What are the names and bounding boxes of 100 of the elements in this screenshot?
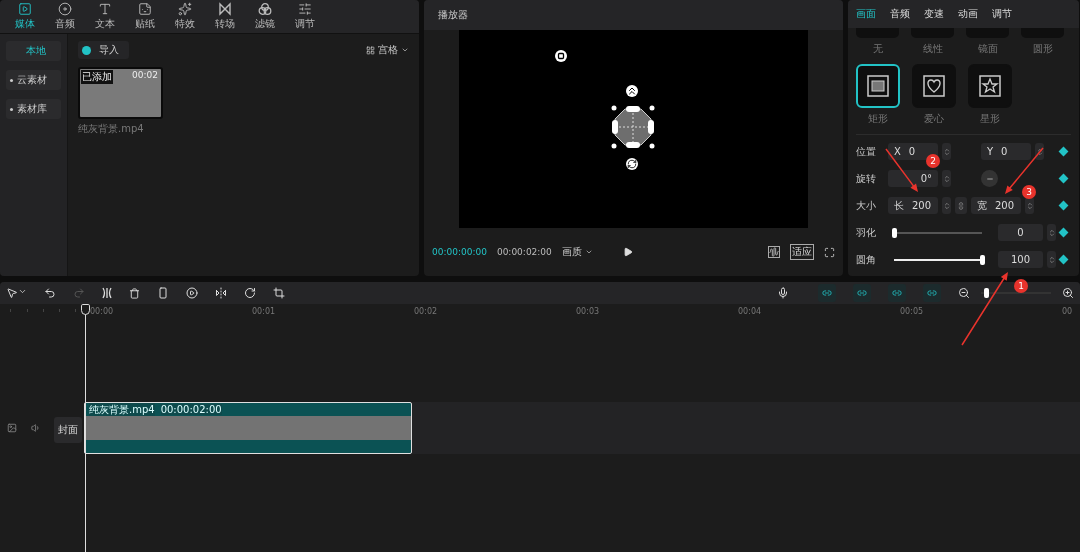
snap-link-button[interactable] <box>923 284 941 302</box>
current-time: 00:00:00:00 <box>432 247 487 257</box>
media-thumbnail[interactable]: 已添加 00:02 <box>78 67 163 119</box>
y-field[interactable]: Y 0 <box>981 143 1031 160</box>
up-down-icon <box>942 174 951 183</box>
feather-handle-icon[interactable] <box>626 85 638 97</box>
link-icon <box>822 288 832 298</box>
split-icon[interactable] <box>102 287 112 299</box>
stepper-button[interactable] <box>1025 197 1034 214</box>
inspector-tab[interactable]: 调节 <box>992 7 1012 21</box>
media-tab[interactable]: 调节 <box>286 0 324 33</box>
corner-handle-icon[interactable] <box>555 50 567 62</box>
bowtie-icon <box>218 2 232 16</box>
up-down-icon <box>942 201 951 210</box>
keyframe-icon[interactable] <box>1058 227 1069 238</box>
up-down-icon <box>1035 147 1044 156</box>
duration-label: 00:02 <box>132 70 158 80</box>
sidebar-item[interactable]: 云素材 <box>6 70 61 90</box>
snap-link-button[interactable] <box>853 284 871 302</box>
video-clip[interactable]: 纯灰背景.mp4 00:00:02:00 <box>84 402 412 454</box>
keyframe-icon[interactable] <box>1058 200 1069 211</box>
inspector-tab[interactable]: 画面 <box>856 7 876 21</box>
link-icon <box>957 201 965 210</box>
sidebar-item[interactable]: 素材库 <box>6 99 61 119</box>
fit-button[interactable]: 适应 <box>790 244 814 260</box>
image-icon[interactable] <box>7 423 17 433</box>
mask-label: 爱心 <box>924 112 944 126</box>
mask-label: 无 <box>871 42 884 56</box>
zoom-out-icon[interactable] <box>958 287 970 299</box>
cover-button[interactable]: 封面 <box>54 417 82 443</box>
import-button[interactable]: 导入 <box>78 41 129 59</box>
property-label: 圆角 <box>856 252 877 267</box>
media-tab[interactable]: 音频 <box>46 0 84 33</box>
pointer-icon[interactable] <box>6 287 27 299</box>
stepper-button[interactable] <box>942 170 951 187</box>
freeze-icon[interactable] <box>157 287 169 299</box>
media-tab[interactable]: 文本 <box>86 0 124 33</box>
keyframe-icon[interactable] <box>1058 254 1069 265</box>
media-tab[interactable]: 特效 <box>166 0 204 33</box>
keyframe-icon[interactable] <box>1058 146 1069 157</box>
stepper-button[interactable] <box>942 197 951 214</box>
fullscreen-icon[interactable] <box>824 246 835 258</box>
rotate-handle-icon[interactable] <box>626 158 638 170</box>
media-tab[interactable]: 媒体 <box>6 0 44 33</box>
up-down-icon <box>1047 228 1056 237</box>
playhead-handle[interactable] <box>81 304 90 315</box>
slider-thumb[interactable] <box>983 288 989 298</box>
mask-tile[interactable] <box>911 28 954 38</box>
property-label: 旋转 <box>856 171 877 186</box>
number-field[interactable]: 100 <box>998 251 1043 268</box>
waveform-icon[interactable] <box>768 246 780 258</box>
inspector-tab[interactable]: 动画 <box>958 7 978 21</box>
stepper-button[interactable] <box>942 143 951 160</box>
microphone-icon[interactable] <box>777 287 789 299</box>
rotation-field[interactable]: 0° <box>888 170 938 187</box>
slider-thumb[interactable] <box>980 254 985 265</box>
mask-label: 线性 <box>921 42 944 56</box>
mask-tile[interactable] <box>966 28 1009 38</box>
property-label: 大小 <box>856 198 877 213</box>
zoom-in-icon[interactable] <box>1062 287 1074 299</box>
mirror-icon[interactable] <box>215 287 227 299</box>
file-name: 纯灰背景.mp4 <box>78 122 145 136</box>
play-square-icon <box>18 2 32 16</box>
undo-icon[interactable] <box>44 287 56 299</box>
mask-tile[interactable] <box>856 28 899 38</box>
annotation-arrow <box>885 148 918 192</box>
sparkle-icon <box>178 2 192 16</box>
slider-thumb[interactable] <box>892 227 897 238</box>
ratio-dropdown[interactable]: 画质 <box>561 245 593 259</box>
snap-link-button[interactable] <box>818 284 836 302</box>
play-circle-icon[interactable] <box>186 287 198 299</box>
panel-title: 播放器 <box>438 8 468 22</box>
number-field[interactable]: 0 <box>998 224 1043 241</box>
crop-icon[interactable] <box>273 287 285 299</box>
added-label: 已添加 <box>81 70 113 84</box>
length-field[interactable]: 长 200 <box>888 197 938 214</box>
snap-link-button[interactable] <box>888 284 906 302</box>
media-tab[interactable]: 滤镜 <box>246 0 284 33</box>
media-tab[interactable]: 转场 <box>206 0 244 33</box>
volume-icon[interactable] <box>31 423 41 433</box>
play-icon[interactable] <box>623 247 633 257</box>
mask-shape-drawing[interactable] <box>611 105 655 149</box>
link-button[interactable] <box>955 197 967 214</box>
mask-tile[interactable] <box>856 64 900 108</box>
minus-button[interactable] <box>981 170 998 187</box>
rotate-icon[interactable] <box>244 287 256 299</box>
inspector-tab[interactable]: 音频 <box>890 7 910 21</box>
sidebar-item[interactable]: 本地 <box>6 41 61 61</box>
inspector-tab[interactable]: 变速 <box>924 7 944 21</box>
mask-tile[interactable] <box>968 64 1012 108</box>
delete-icon[interactable] <box>129 287 140 299</box>
link-icon <box>857 288 867 298</box>
keyframe-icon[interactable] <box>1058 173 1069 184</box>
mask-tile[interactable] <box>912 64 956 108</box>
media-tab[interactable]: 贴纸 <box>126 0 164 33</box>
width-field[interactable]: 宽 200 <box>971 197 1021 214</box>
clip-name: 纯灰背景.mp4 <box>89 402 155 417</box>
clip-duration: 00:00:02:00 <box>160 404 222 415</box>
view-toggle[interactable]: 宫格 <box>366 43 409 57</box>
mask-tile[interactable] <box>1021 28 1064 38</box>
